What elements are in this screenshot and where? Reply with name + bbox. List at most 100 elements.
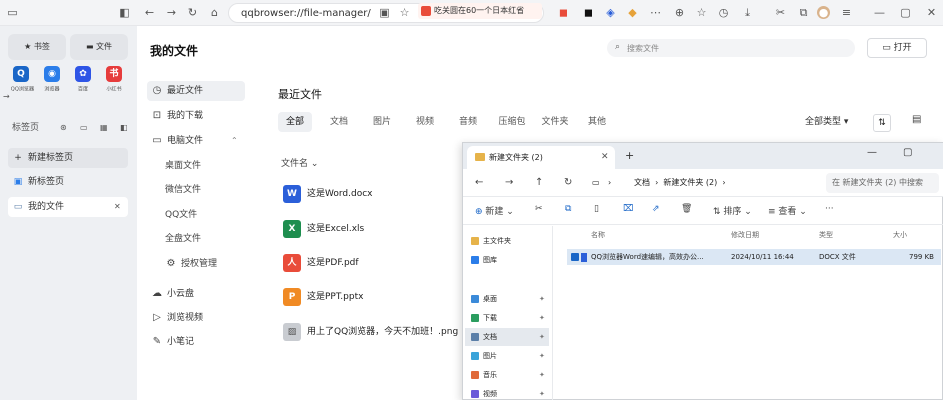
back-icon[interactable]: ← xyxy=(143,6,156,19)
explorer-tab[interactable]: 新建文件夹 (2) ✕ xyxy=(467,146,615,169)
side-item-home[interactable]: 主文件夹 xyxy=(465,232,549,250)
screenshot-icon[interactable]: ✂ xyxy=(774,6,787,19)
checkbox-icon[interactable] xyxy=(571,253,579,261)
maximize-icon[interactable]: ▢ xyxy=(899,6,912,19)
sort-order-icon[interactable]: ⇅ xyxy=(873,114,891,132)
sidebar-toggle-icon[interactable]: ◧ xyxy=(118,6,131,19)
tab-new-tab-page[interactable]: ▣ 新标签页 xyxy=(8,172,128,192)
side-item-downloads[interactable]: 下载 ✦ xyxy=(465,309,549,327)
tab-all[interactable]: 全部 xyxy=(278,112,312,132)
refresh-icon[interactable]: ↻ xyxy=(186,6,199,19)
view-toggle-icon[interactable]: ▤ xyxy=(912,114,921,125)
close-tab-icon[interactable]: ✕ xyxy=(601,146,609,169)
delete-icon[interactable]: 🗑 xyxy=(681,204,692,214)
nav-all-disk-files[interactable]: 全盘文件 xyxy=(147,229,245,249)
nav-notes[interactable]: ✎ 小笔记 xyxy=(147,332,245,352)
new-button[interactable]: ⊕ 新建 ⌄ xyxy=(475,204,514,217)
app-icon-2[interactable]: ◼ xyxy=(582,6,595,19)
app-icon-1[interactable]: ◼ xyxy=(557,6,570,19)
forward-icon[interactable]: → xyxy=(165,6,178,19)
side-item-desktop[interactable]: 桌面 ✦ xyxy=(465,290,549,308)
paste-icon[interactable]: ▯ xyxy=(594,204,599,214)
tab-manager-icon[interactable]: ⧉ xyxy=(797,6,810,19)
explorer-search-input[interactable]: 在 新建文件夹 (2) 中搜索 xyxy=(826,173,939,193)
tab-videos[interactable]: 视频 xyxy=(408,112,442,132)
nav-qq-files[interactable]: QQ文件 xyxy=(147,205,245,225)
nav-computer-files[interactable]: ▭ 电脑文件 ⌃ xyxy=(147,131,245,151)
open-button[interactable]: ▭ 打开 xyxy=(867,38,927,58)
column-header-name[interactable]: 名称 xyxy=(591,230,605,240)
pin-icon[interactable]: ✦ xyxy=(539,385,545,400)
history-icon[interactable]: ◷ xyxy=(717,6,730,19)
collapse-icon[interactable]: ◧ xyxy=(120,118,128,138)
extension-icon[interactable]: ◆ xyxy=(626,6,639,19)
star-icon[interactable]: ☆ xyxy=(398,6,411,19)
home-icon[interactable]: ⌂ xyxy=(208,6,221,19)
window-icon[interactable]: ▭ xyxy=(80,118,88,138)
new-tab-icon[interactable]: + xyxy=(625,149,634,162)
avatar[interactable]: ● xyxy=(817,6,830,19)
copy-icon[interactable]: ⧉ xyxy=(565,204,571,214)
close-tab-icon[interactable]: ✕ xyxy=(114,197,121,217)
pin-icon[interactable]: ✦ xyxy=(539,309,545,327)
nav-cloud[interactable]: ☁ 小云盘 xyxy=(147,284,245,304)
favorites-icon[interactable]: ☆ xyxy=(695,6,708,19)
path-bar[interactable]: ▭ › 文档 › 新建文件夹 (2) › xyxy=(592,173,814,193)
up-icon[interactable]: ↑ xyxy=(535,177,543,188)
tab-other[interactable]: 其他 xyxy=(580,112,614,132)
quick-app-baidu[interactable]: ✿ 百度 xyxy=(71,66,95,93)
type-filter-dropdown[interactable]: 全部类型 ▾ xyxy=(805,114,848,127)
forward-icon[interactable]: → xyxy=(505,177,513,188)
new-tab-button[interactable]: + 新建标签页 xyxy=(8,148,128,168)
nav-videos[interactable]: ▷ 浏览视频 xyxy=(147,308,245,328)
column-header-date[interactable]: 修改日期 xyxy=(731,230,759,240)
quick-app-xiaohongshu[interactable]: 书 小红书 xyxy=(102,66,126,93)
path-part[interactable]: 文档 xyxy=(634,178,650,187)
cut-icon[interactable]: ✂ xyxy=(535,204,543,214)
more-options-button[interactable]: ··· xyxy=(825,204,834,214)
tab-folders[interactable]: 文件夹 xyxy=(535,112,575,132)
translate-icon[interactable]: ◈ xyxy=(604,6,617,19)
side-item-music[interactable]: 音乐 ✦ xyxy=(465,366,549,384)
rename-icon[interactable]: ⌧ xyxy=(623,204,633,214)
hot-news-chip[interactable]: 吃关圆在60一个日本红省 xyxy=(418,3,542,19)
share-icon[interactable]: ⇗ xyxy=(652,204,660,214)
path-part[interactable]: 新建文件夹 (2) xyxy=(663,178,717,187)
more-apps-icon[interactable]: ⋯ xyxy=(649,6,662,19)
minimize-icon[interactable]: — xyxy=(867,147,877,158)
grid-icon[interactable]: ▦ xyxy=(100,118,108,138)
minimize-icon[interactable]: — xyxy=(873,6,886,19)
nav-recent-files[interactable]: ◷ 最近文件 xyxy=(147,81,245,101)
side-item-videos[interactable]: 视频 ✦ xyxy=(465,385,549,400)
add-icon[interactable]: ⊕ xyxy=(673,6,686,19)
refresh-icon[interactable]: ↻ xyxy=(564,177,572,188)
pin-icon[interactable]: ✦ xyxy=(539,290,545,308)
files-button[interactable]: ▬ 文件 xyxy=(70,34,128,60)
tab-my-files[interactable]: ▭ 我的文件 ✕ xyxy=(8,197,128,217)
tab-documents[interactable]: 文档 xyxy=(322,112,356,132)
side-item-gallery[interactable]: 图库 xyxy=(465,251,549,269)
lock-icon[interactable]: ⊛ xyxy=(60,118,67,138)
quick-app-browser[interactable]: ◉ 浏览器 xyxy=(40,66,64,93)
nav-authorization[interactable]: ⚙ 授权管理 xyxy=(147,254,245,274)
close-icon[interactable]: ✕ xyxy=(925,6,938,19)
pin-icon[interactable]: ✦ xyxy=(539,366,545,384)
side-item-pictures[interactable]: 图片 ✦ xyxy=(465,347,549,365)
column-header-type[interactable]: 类型 xyxy=(819,230,833,240)
side-item-documents[interactable]: 文档 ✦ xyxy=(465,328,549,346)
bookmarks-button[interactable]: ★ 书签 xyxy=(8,34,66,60)
quick-app-qq[interactable]: Q QQ浏览器 xyxy=(9,66,34,93)
back-icon[interactable]: ← xyxy=(475,177,483,188)
tab-archives[interactable]: 压缩包 xyxy=(492,112,532,132)
nav-desktop-files[interactable]: 桌面文件 xyxy=(147,156,245,176)
column-header-size[interactable]: 大小 xyxy=(893,230,907,240)
pin-icon[interactable]: ✦ xyxy=(539,328,545,346)
nav-wechat-files[interactable]: 微信文件 xyxy=(147,180,245,200)
nav-downloads[interactable]: ⊡ 我的下载 xyxy=(147,106,245,126)
download-icon[interactable]: ⤓ xyxy=(741,6,754,19)
table-row[interactable]: QQ浏览器Word速编辑，高效办公... 2024/10/11 16:44 DO… xyxy=(567,249,941,265)
pin-icon[interactable]: ✦ xyxy=(539,347,545,365)
expand-arrow-icon[interactable]: → xyxy=(3,92,10,101)
tab-audio[interactable]: 音频 xyxy=(451,112,485,132)
collapse-icon[interactable]: ⌃ xyxy=(231,131,238,151)
